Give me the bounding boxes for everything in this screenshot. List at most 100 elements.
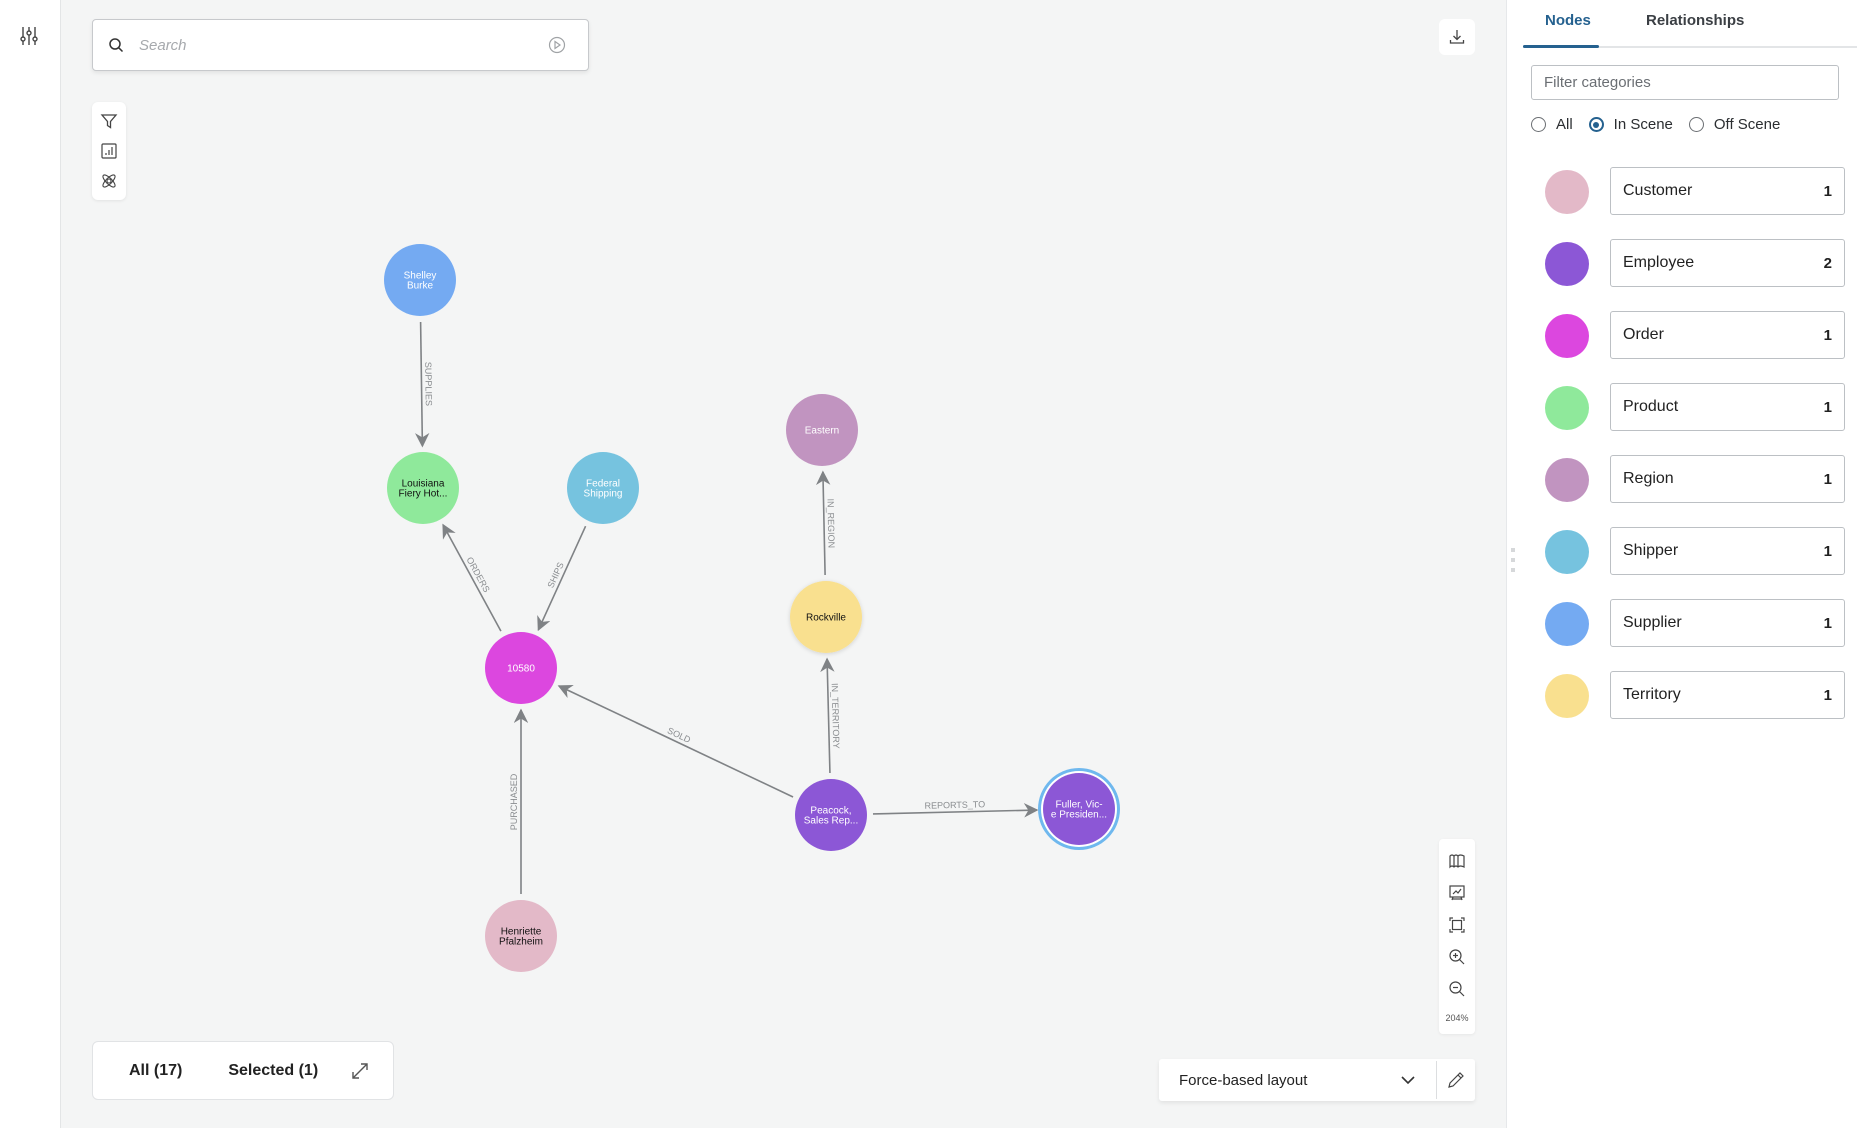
panel-tabs: Nodes Relationships (1523, 0, 1857, 48)
category-item[interactable]: Order 1 (1610, 311, 1845, 359)
node-label: Sales Rep... (804, 816, 858, 827)
filter-button[interactable] (97, 109, 121, 133)
edge-line[interactable] (537, 525, 587, 632)
category-color-swatch[interactable] (1545, 458, 1589, 502)
node-louisiana[interactable]: LouisianaFiery Hot... (387, 452, 459, 524)
edge-label: SUPPLIES (423, 362, 434, 406)
category-item[interactable]: Customer 1 (1610, 167, 1845, 215)
tab-relationships[interactable]: Relationships (1646, 12, 1744, 29)
category-item[interactable]: Employee 2 (1610, 239, 1845, 287)
node-fuller[interactable]: Fuller, Vic-e Presiden... (1038, 768, 1120, 850)
edge-line[interactable] (442, 523, 502, 632)
category-item[interactable]: Product 1 (1610, 383, 1845, 431)
layout-dropdown-toggle[interactable] (1398, 1070, 1418, 1090)
node-label: Eastern (805, 426, 839, 437)
graph-algorithms-button[interactable] (97, 169, 121, 193)
node-peacock[interactable]: Peacock,Sales Rep... (795, 779, 867, 851)
edge-sold[interactable]: SOLD (557, 685, 794, 798)
edge-orders[interactable]: ORDERS (442, 523, 502, 632)
category-name: Shipper (1623, 542, 1679, 559)
node-label: Pfalzheim (499, 937, 543, 948)
edge-purchased[interactable]: PURCHASED (509, 708, 529, 894)
active-tab-indicator (1523, 45, 1599, 48)
radio-in-scene[interactable]: In Scene (1588, 116, 1673, 133)
filter-categories-input[interactable] (1531, 65, 1839, 100)
node-eastern[interactable]: Eastern (786, 394, 858, 466)
fit-to-screen-button[interactable] (1443, 909, 1471, 941)
edge-in_territory[interactable]: IN_TERRITORY (820, 657, 841, 774)
edge-line[interactable] (557, 685, 794, 798)
category-product: Product 1 (1539, 383, 1857, 455)
edge-in_region[interactable]: IN_REGION (815, 470, 837, 576)
category-count: 1 (1823, 182, 1832, 200)
zoom-out-button[interactable] (1443, 973, 1471, 1005)
node-henriette[interactable]: HenriettePfalzheim (485, 900, 557, 972)
radio-label: In Scene (1613, 116, 1673, 133)
node-label: Rockville (806, 613, 846, 624)
funnel-icon (100, 114, 118, 129)
edge-line[interactable] (872, 803, 1039, 818)
category-item[interactable]: Supplier 1 (1610, 599, 1845, 647)
category-item[interactable]: Region 1 (1610, 455, 1845, 503)
category-item[interactable]: Shipper 1 (1610, 527, 1845, 575)
edge-line[interactable] (415, 321, 430, 448)
category-supplier: Supplier 1 (1539, 599, 1857, 671)
tab-nodes[interactable]: Nodes (1545, 12, 1591, 29)
edit-layout-button[interactable] (1437, 1061, 1475, 1099)
zoom-level: 204% (1445, 1013, 1469, 1023)
category-color-swatch[interactable] (1545, 242, 1589, 286)
category-name: Order (1623, 326, 1664, 343)
category-count: 1 (1823, 614, 1832, 632)
statistics-button[interactable] (97, 139, 121, 163)
result-counts: All (17) Selected (1) (92, 1041, 394, 1100)
category-color-swatch[interactable] (1545, 530, 1589, 574)
category-color-swatch[interactable] (1545, 314, 1589, 358)
selected-count-button[interactable]: Selected (1) (228, 1062, 318, 1080)
edge-supplies[interactable]: SUPPLIES (415, 321, 434, 448)
fit-screen-icon (1449, 917, 1465, 933)
edge-line[interactable] (815, 470, 831, 576)
category-customer: Customer 1 (1539, 167, 1857, 239)
node-shelley[interactable]: ShelleyBurke (384, 244, 456, 316)
presentation-icon (1449, 885, 1465, 901)
node-federal[interactable]: FederalShipping (567, 452, 639, 524)
edge-reports_to[interactable]: REPORTS_TO (872, 799, 1039, 818)
edge-label: PURCHASED (509, 773, 519, 830)
graph-tools (92, 102, 126, 200)
presentation-button[interactable] (1443, 877, 1471, 909)
category-color-swatch[interactable] (1545, 170, 1589, 214)
graph-visualization[interactable]: SUPPLIES ORDERS SHIPS SOLD PURCHASED IN_REGIO… (0, 0, 1506, 1128)
run-search-button[interactable] (546, 34, 568, 56)
edge-line[interactable] (820, 657, 835, 774)
node-label: e Presiden... (1051, 810, 1107, 821)
search-bar (92, 19, 589, 71)
category-order: Order 1 (1539, 311, 1857, 383)
radio-all[interactable]: All (1531, 116, 1573, 133)
category-name: Region (1623, 470, 1674, 487)
node-order[interactable]: 10580 (485, 632, 557, 704)
download-button[interactable] (1439, 19, 1475, 55)
layout-selector: Force-based layout (1159, 1059, 1475, 1101)
map-icon (1449, 854, 1465, 869)
node-label: Burke (407, 281, 434, 292)
zoom-in-button[interactable] (1443, 941, 1471, 973)
category-item[interactable]: Territory 1 (1610, 671, 1845, 719)
node-label: Fiery Hot... (399, 489, 448, 500)
zoom-out-icon (1449, 981, 1465, 997)
search-input[interactable] (137, 35, 546, 55)
category-color-swatch[interactable] (1545, 602, 1589, 646)
category-color-swatch[interactable] (1545, 674, 1589, 718)
radio-label: Off Scene (1713, 116, 1781, 133)
panel-resize-handle[interactable] (1511, 548, 1517, 572)
layout-dropdown[interactable]: Force-based layout (1179, 1072, 1398, 1089)
radio-off-scene[interactable]: Off Scene (1688, 116, 1781, 133)
radio-circle (1688, 117, 1704, 132)
node-rockville[interactable]: Rockville (790, 581, 862, 653)
expand-button[interactable] (348, 1059, 372, 1083)
category-count: 1 (1823, 686, 1832, 704)
category-color-swatch[interactable] (1545, 386, 1589, 430)
all-count-button[interactable]: All (17) (129, 1062, 182, 1080)
node-label: Shipping (584, 489, 623, 500)
map-button[interactable] (1443, 845, 1471, 877)
edge-ships[interactable]: SHIPS (537, 525, 587, 632)
